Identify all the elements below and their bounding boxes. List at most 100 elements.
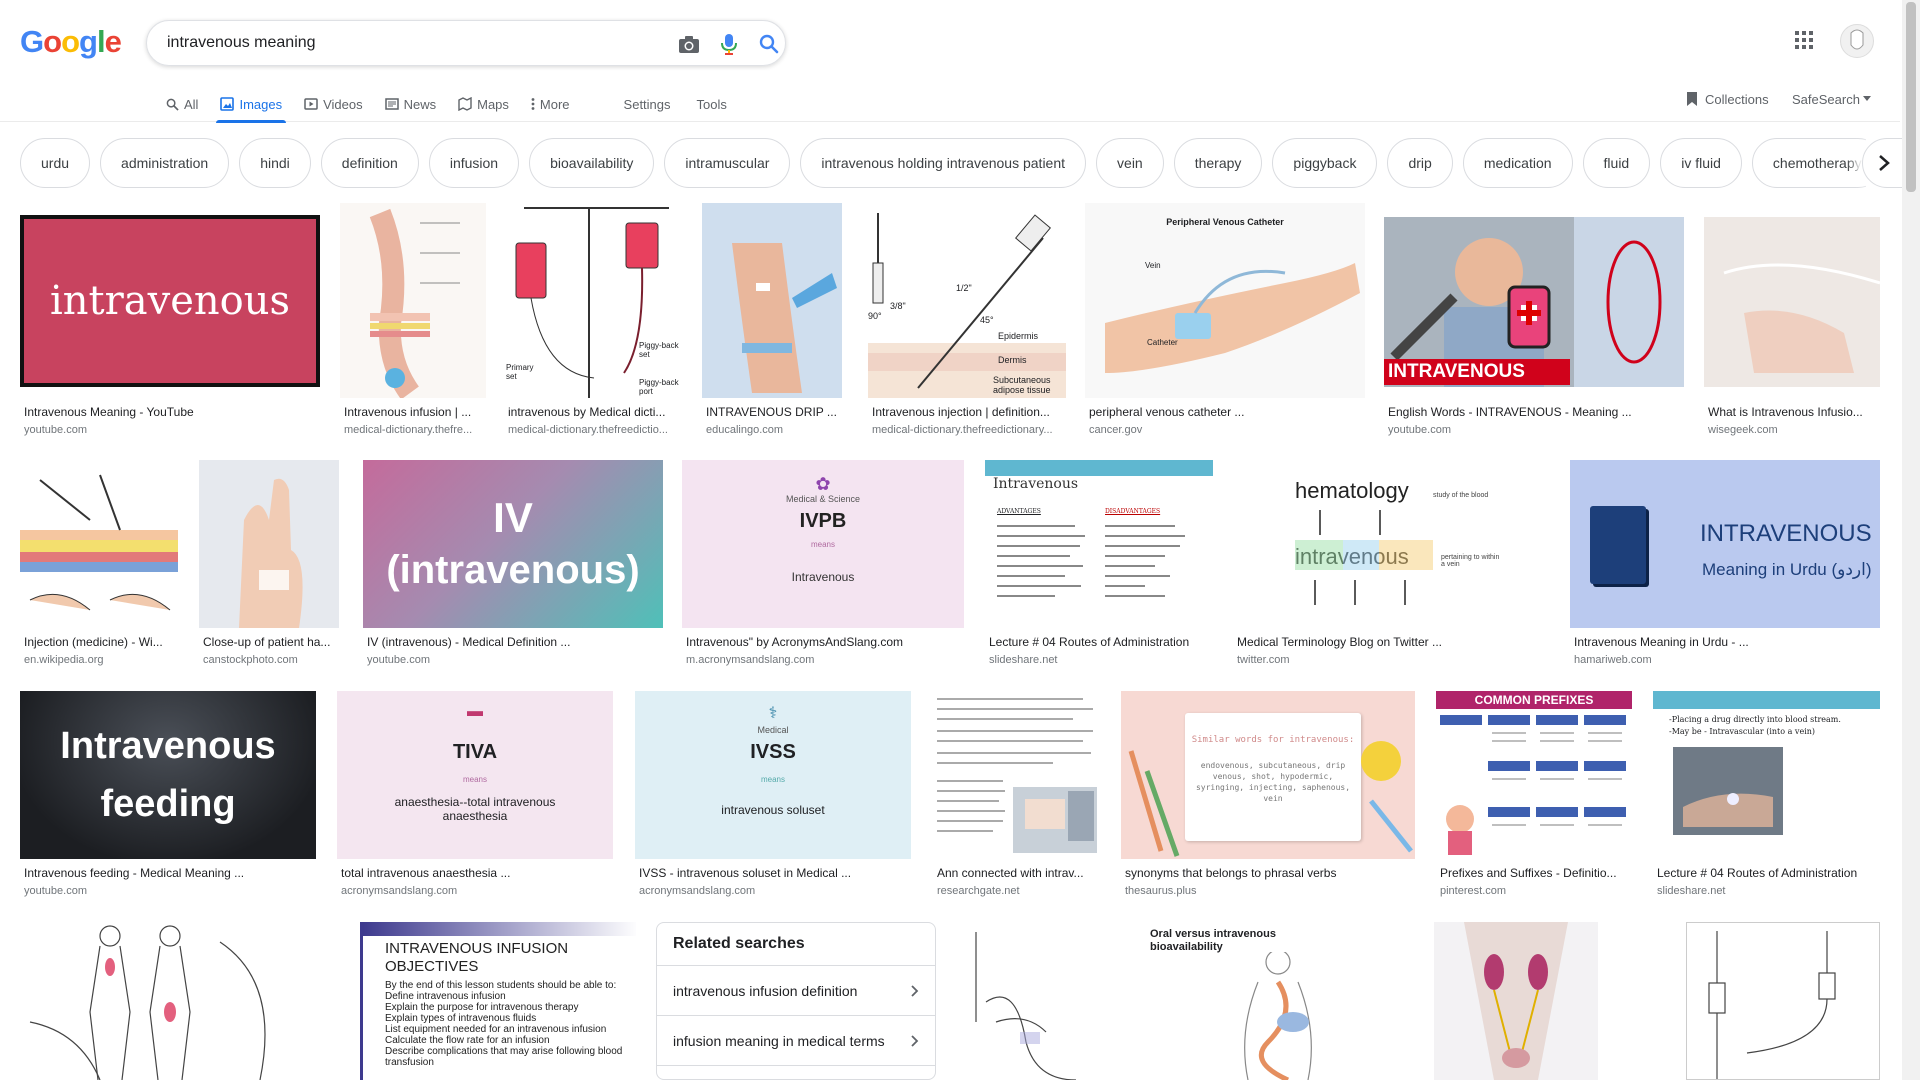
- chip[interactable]: piggyback: [1272, 138, 1378, 188]
- image-result[interactable]: IV (intravenous) IV (intravenous) - Medi…: [363, 460, 663, 670]
- image-result[interactable]: hematology intravenous study of the bloo…: [1233, 460, 1551, 670]
- thumb-label: Intravenous: [791, 570, 855, 584]
- chip[interactable]: infusion: [428, 138, 520, 188]
- tab-images[interactable]: Images: [216, 86, 286, 123]
- result-caption: Injection (medicine) - Wi...: [24, 635, 163, 649]
- result-source: acronymsandslang.com: [341, 885, 458, 897]
- related-search-item[interactable]: infusion meaning in medical terms: [657, 1015, 935, 1065]
- map-icon: [458, 97, 472, 111]
- thumb-line: Describe complications that may arise fo…: [385, 1046, 623, 1068]
- thumb-label: study of the blood: [1433, 492, 1489, 499]
- image-result[interactable]: Similar words for intravenous: endovenou…: [1121, 691, 1417, 901]
- tab-label: Images: [239, 96, 283, 112]
- result-thumbnail: Piggy-back set Primary set Piggy-back po…: [504, 203, 682, 398]
- image-result[interactable]: INTRAVENOUS DRIP ... educalingo.com: [702, 203, 842, 439]
- chip[interactable]: administration: [100, 138, 230, 188]
- page-scrollbar[interactable]: [1902, 0, 1920, 1080]
- image-result[interactable]: 3/8" 90° 1/2" 45° Epidermis Dermis Subcu…: [868, 203, 1066, 439]
- result-thumbnail: INTRAVENOUS Meaning in Urdu (اردو): [1570, 460, 1880, 628]
- search-input[interactable]: [167, 31, 627, 55]
- image-result[interactable]: Close-up of patient ha... canstockphoto.…: [199, 460, 341, 670]
- chip[interactable]: bioavailability: [529, 138, 655, 188]
- tab-label: Videos: [323, 96, 363, 112]
- result-source: thesaurus.plus: [1125, 885, 1197, 897]
- result-caption: Prefixes and Suffixes - Definitio...: [1440, 866, 1617, 880]
- image-result[interactable]: What is Intravenous Infusio... wisegeek.…: [1704, 203, 1880, 439]
- thumb-text: IVPB: [799, 510, 847, 532]
- image-result[interactable]: COMMON PREFIXES Prefixes and Suffixes - …: [1436, 691, 1634, 901]
- chip[interactable]: intravenous holding intravenous patient: [800, 138, 1087, 188]
- image-result[interactable]: INTRAVENOUS Meaning in Urdu (اردو) Intra…: [1570, 460, 1880, 670]
- image-result[interactable]: ▬ TIVA means anaesthesia--total intraven…: [337, 691, 615, 901]
- related-search-item[interactable]: intravenous infusion definition: [657, 965, 935, 1015]
- image-result[interactable]: Intravenous infusion | ... medical-dicti…: [340, 203, 486, 439]
- apps-grid-icon[interactable]: [1794, 30, 1818, 54]
- result-thumbnail: [1704, 203, 1880, 398]
- chip[interactable]: chemotherapy: [1751, 138, 1866, 188]
- image-result[interactable]: ✿ Medical & Science IVPB means Intraveno…: [682, 460, 966, 670]
- result-source: medical-dictionary.thefreedictio...: [508, 424, 668, 436]
- chip[interactable]: vein: [1096, 138, 1164, 188]
- thumb-label: Primary set: [506, 363, 534, 381]
- tab-all[interactable]: All: [166, 86, 198, 122]
- safesearch-menu[interactable]: SafeSearch: [1792, 86, 1871, 112]
- image-result[interactable]: Piggy-back set Primary set Piggy-back po…: [504, 203, 682, 439]
- chip[interactable]: definition: [320, 138, 419, 188]
- image-result[interactable]: INTRAVENOUS English Words - INTRAVENOUS …: [1384, 203, 1684, 439]
- tools-link[interactable]: Tools: [697, 86, 727, 122]
- chip[interactable]: intramuscular: [664, 138, 791, 188]
- account-avatar[interactable]: [1840, 24, 1874, 58]
- search-icon[interactable]: [757, 32, 781, 56]
- collections-link[interactable]: Collections: [1685, 86, 1769, 112]
- image-result[interactable]: ⚕ Medical IVSS means intravenous soluset…: [635, 691, 913, 901]
- result-source: youtube.com: [24, 424, 87, 436]
- microphone-icon[interactable]: [717, 32, 741, 56]
- tab-news[interactable]: News: [384, 86, 436, 122]
- related-search-item[interactable]: [657, 1065, 935, 1079]
- thumb-label: Catheter: [1147, 338, 1178, 347]
- image-result[interactable]: [20, 922, 340, 1080]
- more-icon: [531, 98, 535, 110]
- search-tabs: All Images Videos News Maps More Setting…: [166, 86, 727, 123]
- result-caption: English Words - INTRAVENOUS - Meaning ..…: [1388, 405, 1632, 419]
- result-thumbnail: [933, 691, 1099, 859]
- image-result[interactable]: INTRAVENOUS INFUSION OBJECTIVES By the e…: [360, 922, 636, 1080]
- image-result[interactable]: Oral versus intravenous bioavailability: [1138, 922, 1414, 1080]
- image-result[interactable]: Intravenous feeding Intravenous feeding …: [20, 691, 318, 901]
- thumb-text: hematology: [1295, 478, 1409, 503]
- image-result[interactable]: Injection (medicine) - Wi... en.wikipedi…: [20, 460, 180, 670]
- chips-next-button[interactable]: [1862, 138, 1906, 188]
- google-logo[interactable]: Google: [20, 24, 122, 60]
- video-icon: [304, 98, 318, 110]
- scrollbar-thumb[interactable]: [1906, 2, 1916, 192]
- result-thumbnail: IV (intravenous): [363, 460, 663, 628]
- image-result[interactable]: [1434, 922, 1598, 1080]
- image-result[interactable]: [1686, 922, 1880, 1080]
- image-result[interactable]: Peripheral Venous Catheter Vein Catheter…: [1085, 203, 1365, 439]
- thumb-label: -May be - Intravascular (into a vein): [1669, 727, 1816, 736]
- chip[interactable]: fluid: [1582, 138, 1651, 188]
- settings-link[interactable]: Settings: [624, 86, 671, 122]
- image-result[interactable]: intravenous Intravenous Meaning - YouTub…: [20, 203, 322, 439]
- thumb-label: Piggy-back set: [639, 341, 679, 359]
- chip[interactable]: medication: [1462, 138, 1573, 188]
- image-result[interactable]: Intravenous -Placing a drug directly int…: [1653, 691, 1880, 901]
- camera-icon[interactable]: [677, 32, 701, 56]
- tab-videos[interactable]: Videos: [304, 86, 363, 122]
- chip[interactable]: drip: [1387, 138, 1453, 188]
- image-result[interactable]: Intravenous ADVANTAGES DISADVANTAGES Lec…: [985, 460, 1213, 670]
- logo-letter: g: [79, 24, 98, 59]
- result-thumbnail: [199, 460, 339, 628]
- chip[interactable]: urdu: [20, 138, 91, 188]
- thumb-label: Piggy-back port: [639, 378, 679, 396]
- chip[interactable]: iv fluid: [1660, 138, 1742, 188]
- logo-letter: l: [96, 24, 106, 59]
- tab-more[interactable]: More: [531, 86, 570, 122]
- thumb-text: INTRAVENOUS: [1384, 359, 1570, 385]
- chip[interactable]: hindi: [239, 138, 311, 188]
- chip[interactable]: therapy: [1173, 138, 1263, 188]
- image-result[interactable]: Ann connected with intrav... researchgat…: [933, 691, 1101, 901]
- thumb-text: Intravenous: [60, 725, 276, 767]
- tab-maps[interactable]: Maps: [458, 86, 509, 122]
- image-result[interactable]: [956, 922, 1118, 1080]
